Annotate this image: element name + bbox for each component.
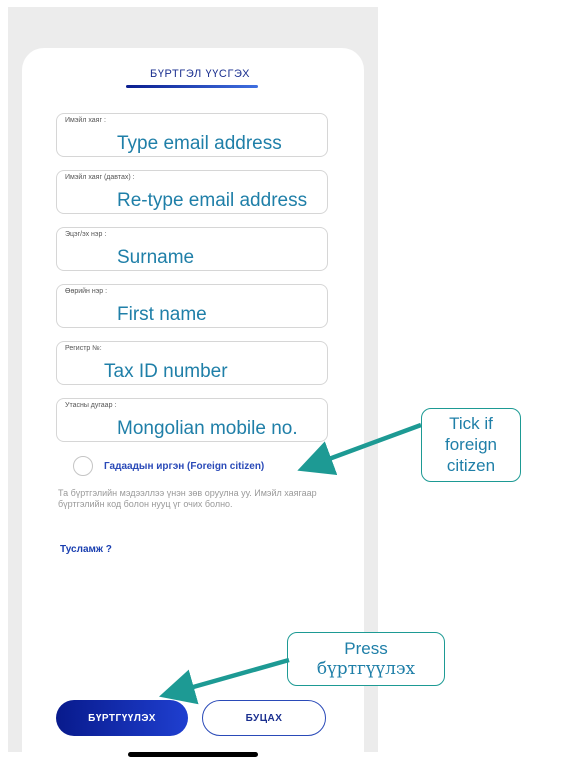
annotation-arrows (159, 422, 422, 705)
arrow-to-register-button (159, 657, 290, 705)
arrow-to-foreign-citizen (297, 422, 422, 476)
